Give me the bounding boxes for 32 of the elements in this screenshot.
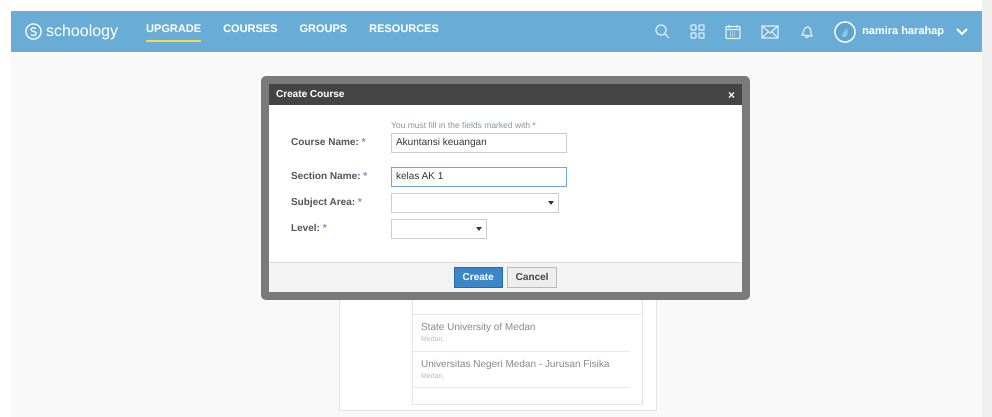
logo[interactable]: schoology: [46, 20, 118, 44]
chevron-down-icon[interactable]: [956, 28, 968, 36]
nav-link[interactable]: GROUPS: [299, 21, 348, 42]
search-icon[interactable]: [655, 24, 670, 39]
scrollbar[interactable]: [982, 0, 992, 417]
text-field[interactable]: kelas AK 1: [391, 166, 567, 187]
field-label: Course Name: *: [290, 136, 366, 150]
select-field[interactable]: [391, 192, 559, 213]
grid-icon[interactable]: [690, 24, 706, 39]
school-name[interactable]: Universitas Negeri Medan - Jurusan Fisika: [421, 356, 622, 372]
field-label: Subject Area: *: [290, 196, 363, 210]
select-field[interactable]: [391, 218, 487, 239]
hint-text: You must fill in the fields marked with *: [391, 119, 537, 132]
field-label: Level: *: [290, 222, 328, 236]
school-name[interactable]: State University of Medan: [421, 320, 622, 335]
text-field[interactable]: Akuntansi keuangan: [391, 132, 567, 153]
logo-icon: [25, 23, 42, 40]
create-button[interactable]: Create: [454, 267, 503, 288]
nav-link[interactable]: UPGRADE: [146, 21, 202, 42]
close-button[interactable]: ×: [728, 88, 735, 100]
field-label: Section Name: *: [290, 170, 368, 184]
mail-icon[interactable]: [761, 24, 780, 38]
dialog-title: Create Course: [276, 88, 344, 102]
bell-icon[interactable]: [799, 24, 814, 39]
dropdown-arrow-icon: [476, 226, 482, 231]
cancel-button[interactable]: Cancel: [506, 267, 558, 288]
avatar-icon[interactable]: [834, 20, 856, 42]
dropdown-arrow-icon: [548, 200, 554, 205]
nav-link[interactable]: RESOURCES: [369, 21, 439, 42]
nav-link[interactable]: COURSES: [223, 21, 278, 42]
user-name[interactable]: namira harahap: [862, 23, 944, 40]
calendar-icon[interactable]: [725, 24, 742, 40]
